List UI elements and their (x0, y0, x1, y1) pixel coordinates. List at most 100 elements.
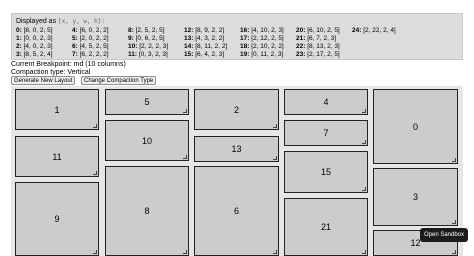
grid-layout: 1 5 2 4 0 10 7 11 13 15 3 9 8 6 21 12 (11, 86, 463, 256)
layout-entry: 15: [6, 4, 2, 3] (184, 51, 224, 59)
layout-entry-value: [8, 13, 2, 3] (307, 43, 340, 50)
layout-entry-value: [8, 9, 2, 2] (195, 27, 225, 34)
layout-entry-key: 15: (184, 51, 194, 58)
layout-entry: 9: [0, 6, 2, 5] (128, 35, 165, 43)
layout-entry-value: [0, 3, 2, 3] (138, 51, 168, 58)
layout-entry: 6: [4, 5, 2, 5] (72, 43, 109, 51)
layout-entry-key: 14: (184, 43, 194, 50)
open-sandbox-button[interactable]: Open Sandbox (420, 228, 468, 242)
layout-entry-value: [2, 2, 2, 3] (139, 43, 169, 50)
layout-entry-key: 1: (16, 35, 22, 42)
layout-entry: 13: [4, 3, 2, 2] (184, 35, 224, 43)
layout-entry-key: 16: (240, 27, 250, 34)
layout-entry-key: 20: (296, 27, 306, 34)
layout-entry-key: 12: (184, 27, 194, 34)
layout-entry: 10: [2, 2, 2, 3] (128, 43, 168, 51)
layout-entry: 17: [2, 12, 2, 5] (240, 35, 284, 43)
layout-entry: 16: [4, 10, 2, 3] (240, 27, 284, 35)
layout-entry: 22: [8, 13, 2, 3] (296, 43, 340, 51)
grid-item[interactable]: 13 (194, 136, 279, 162)
layout-entry-value: [6, 4, 2, 3] (195, 51, 225, 58)
breakpoint-text: Current Breakpoint: md (10 columns) (11, 61, 126, 68)
grid-item[interactable]: 2 (194, 89, 279, 130)
grid-item[interactable]: 6 (194, 166, 279, 256)
layout-entry-key: 21: (296, 35, 306, 42)
layout-entry-value: [2, 10, 2, 2] (251, 43, 284, 50)
layout-entry-key: 2: (16, 43, 22, 50)
layout-entry-key: 18: (240, 43, 250, 50)
layout-entry-value: [2, 5, 2, 5] (135, 27, 165, 34)
layout-entry-key: 6: (72, 43, 78, 50)
layout-title: Displayed as [x, y, w, h]: (16, 18, 105, 25)
layout-entry-value: [8, 5, 2, 4] (23, 51, 53, 58)
layout-entry: 24: [2, 22, 2, 4] (352, 27, 396, 35)
grid-item[interactable]: 15 (284, 151, 368, 193)
layout-entry: 2: [4, 0, 2, 3] (16, 43, 53, 51)
grid-item[interactable]: 0 (373, 89, 458, 164)
layout-entry-value: [2, 17, 2, 5] (307, 51, 340, 58)
layout-entry-key: 19: (240, 51, 250, 58)
layout-entry-key: 24: (352, 27, 362, 34)
layout-entry-key: 9: (128, 35, 134, 42)
layout-entry-key: 10: (128, 43, 138, 50)
layout-entry: 4: [6, 0, 2, 2] (72, 27, 109, 35)
layout-entry: 7: [6, 2, 2, 2] (72, 51, 109, 59)
layout-entry-value: [6, 7, 2, 3] (307, 35, 337, 42)
layout-entry: 3: [8, 5, 2, 4] (16, 51, 53, 59)
layout-entry-key: 3: (16, 51, 22, 58)
layout-entry-value: [6, 2, 2, 2] (79, 51, 109, 58)
layout-entry-key: 5: (72, 35, 78, 42)
layout-title-text: Displayed as (16, 18, 57, 25)
layout-entry-value: [0, 0, 2, 3] (23, 35, 53, 42)
layout-entry: 23: [2, 17, 2, 5] (296, 51, 340, 59)
layout-entry-value: [4, 10, 2, 3] (251, 27, 284, 34)
layout-entry-value: [2, 12, 2, 5] (251, 35, 284, 42)
layout-entry: 18: [2, 10, 2, 2] (240, 43, 284, 51)
layout-entry-value: [4, 5, 2, 5] (79, 43, 109, 50)
grid-item[interactable]: 9 (15, 182, 99, 256)
layout-entry: 8: [2, 5, 2, 5] (128, 27, 165, 35)
layout-entry-key: 0: (16, 27, 22, 34)
grid-item[interactable]: 10 (105, 120, 189, 161)
generate-layout-button[interactable]: Generate New Layout (11, 76, 76, 85)
layout-entry-value: [6, 0, 2, 2] (79, 27, 109, 34)
layout-entry: 19: [0, 11, 2, 3] (240, 51, 283, 59)
layout-entry-value: [8, 0, 2, 5] (23, 27, 53, 34)
layout-entry: 1: [0, 0, 2, 3] (16, 35, 53, 43)
grid-item[interactable]: 11 (15, 136, 99, 177)
layout-entry: 21: [6, 7, 2, 3] (296, 35, 336, 43)
layout-entry: 14: [8, 11, 2, 2] (184, 43, 227, 51)
layout-entry-key: 4: (72, 27, 78, 34)
layout-entry-value: [6, 10, 2, 5] (307, 27, 340, 34)
grid-item[interactable]: 7 (284, 120, 368, 146)
grid-item[interactable]: 1 (15, 89, 99, 130)
layout-entry: 5: [2, 0, 2, 2] (72, 35, 109, 43)
change-compaction-button[interactable]: Change Compaction Type (81, 76, 157, 85)
layout-entry: 0: [8, 0, 2, 5] (16, 27, 53, 35)
grid-item[interactable]: 3 (373, 168, 458, 226)
layout-entry-key: 7: (72, 51, 78, 58)
layout-entry-value: [4, 0, 2, 3] (23, 43, 53, 50)
layout-entry: 20: [6, 10, 2, 5] (296, 27, 340, 35)
layout-entry-key: 11: (128, 51, 138, 58)
grid-item[interactable]: 5 (105, 89, 189, 115)
layout-entry-value: [0, 11, 2, 3] (251, 51, 284, 58)
layout-panel: Displayed as [x, y, w, h]: 0: [8, 0, 2, … (11, 13, 463, 60)
compaction-text: Compaction type: Vertical (11, 69, 91, 76)
layout-entry-value: [4, 3, 2, 2] (195, 35, 225, 42)
layout-entry-key: 8: (128, 27, 134, 34)
layout-title-format: [x, y, w, h]: (58, 18, 105, 25)
layout-entry-key: 13: (184, 35, 194, 42)
grid-item[interactable]: 4 (284, 89, 368, 115)
layout-entry-value: [2, 22, 2, 4] (363, 27, 396, 34)
layout-entry-value: [2, 0, 2, 2] (79, 35, 109, 42)
grid-item[interactable]: 8 (105, 166, 189, 256)
layout-entry-value: [8, 11, 2, 2] (195, 43, 228, 50)
layout-entry: 11: [0, 3, 2, 3] (128, 51, 168, 59)
layout-entry-key: 22: (296, 43, 306, 50)
layout-entry-key: 23: (296, 51, 306, 58)
layout-entry-key: 17: (240, 35, 250, 42)
layout-entry: 12: [8, 9, 2, 2] (184, 27, 224, 35)
layout-entry-value: [0, 6, 2, 5] (135, 35, 165, 42)
grid-item[interactable]: 21 (284, 198, 368, 256)
